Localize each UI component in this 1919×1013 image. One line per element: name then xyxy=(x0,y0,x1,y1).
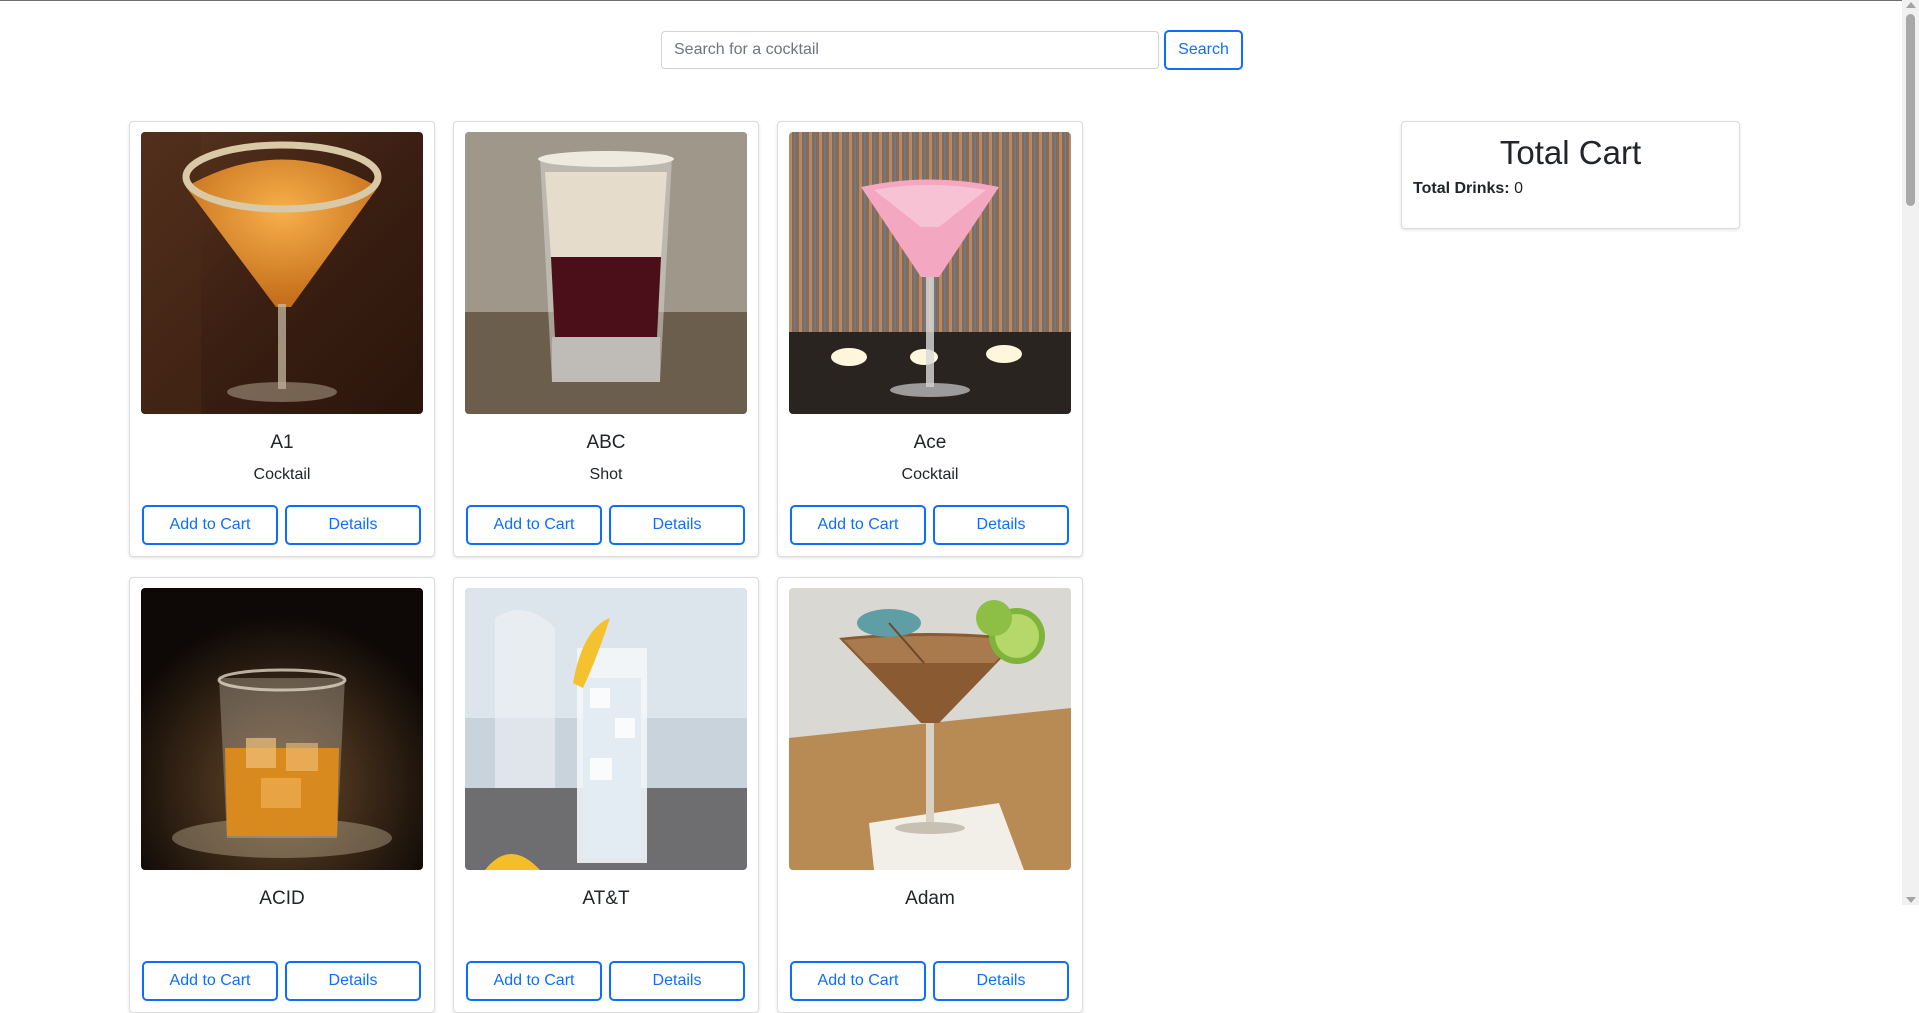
cart-panel: Total Cart Total Drinks: 0 xyxy=(1401,121,1740,229)
add-to-cart-button[interactable]: Add to Cart xyxy=(466,505,602,545)
card-actions: Add to Cart Details xyxy=(466,961,745,1001)
drink-card: ACID Add to Cart Details xyxy=(129,577,435,1013)
drink-card: Adam Add to Cart Details xyxy=(777,577,1083,1013)
search-button[interactable]: Search xyxy=(1164,30,1243,70)
vertical-scrollbar[interactable] xyxy=(1902,0,1919,905)
card-actions: Add to Cart Details xyxy=(790,961,1069,1001)
drink-name: Adam xyxy=(905,888,955,909)
drink-name: AT&T xyxy=(582,888,630,909)
add-to-cart-button[interactable]: Add to Cart xyxy=(142,505,278,545)
cart-title: Total Cart xyxy=(1499,134,1642,171)
card-actions: Add to Cart Details xyxy=(790,505,1069,545)
drink-card: AT&T Add to Cart Details xyxy=(453,577,759,1013)
search-bar: Search xyxy=(661,30,1243,70)
card-actions: Add to Cart Details xyxy=(142,505,421,545)
add-to-cart-button[interactable]: Add to Cart xyxy=(466,961,602,1001)
scroll-down-arrow-icon[interactable] xyxy=(1906,897,1916,903)
drink-image xyxy=(789,132,1071,414)
drink-grid: A1 Cocktail Add to Cart Details ABC Shot… xyxy=(129,121,1083,1013)
details-button[interactable]: Details xyxy=(285,961,421,1001)
drink-image xyxy=(789,588,1071,870)
details-button[interactable]: Details xyxy=(609,961,745,1001)
add-to-cart-button[interactable]: Add to Cart xyxy=(790,505,926,545)
drink-category: Cocktail xyxy=(253,466,311,483)
drink-name: A1 xyxy=(270,432,294,453)
add-to-cart-button[interactable]: Add to Cart xyxy=(142,961,278,1001)
drink-category: Cocktail xyxy=(901,466,959,483)
scroll-thumb[interactable] xyxy=(1906,14,1915,206)
window-top-border xyxy=(0,0,1919,1)
add-to-cart-button[interactable]: Add to Cart xyxy=(790,961,926,1001)
drink-card: A1 Cocktail Add to Cart Details xyxy=(129,121,435,557)
drink-image xyxy=(465,588,747,870)
scroll-up-arrow-icon[interactable] xyxy=(1906,2,1916,8)
drink-category: Shot xyxy=(589,466,623,483)
drink-name: Ace xyxy=(913,432,947,453)
cart-total-label: Total Drinks: xyxy=(1413,180,1510,197)
details-button[interactable]: Details xyxy=(285,505,421,545)
cart-total-value: 0 xyxy=(1514,180,1523,197)
drink-image xyxy=(141,132,423,414)
details-button[interactable]: Details xyxy=(933,961,1069,1001)
drink-image xyxy=(141,588,423,870)
drink-name: ABC xyxy=(586,432,626,453)
drink-card: Ace Cocktail Add to Cart Details xyxy=(777,121,1083,557)
drink-image xyxy=(465,132,747,414)
drink-name: ACID xyxy=(259,888,305,909)
details-button[interactable]: Details xyxy=(933,505,1069,545)
card-actions: Add to Cart Details xyxy=(142,961,421,1001)
drink-card: ABC Shot Add to Cart Details xyxy=(453,121,759,557)
cart-total-drinks: Total Drinks: 0 xyxy=(1413,180,1523,198)
details-button[interactable]: Details xyxy=(609,505,745,545)
search-input[interactable] xyxy=(661,31,1159,69)
card-actions: Add to Cart Details xyxy=(466,505,745,545)
